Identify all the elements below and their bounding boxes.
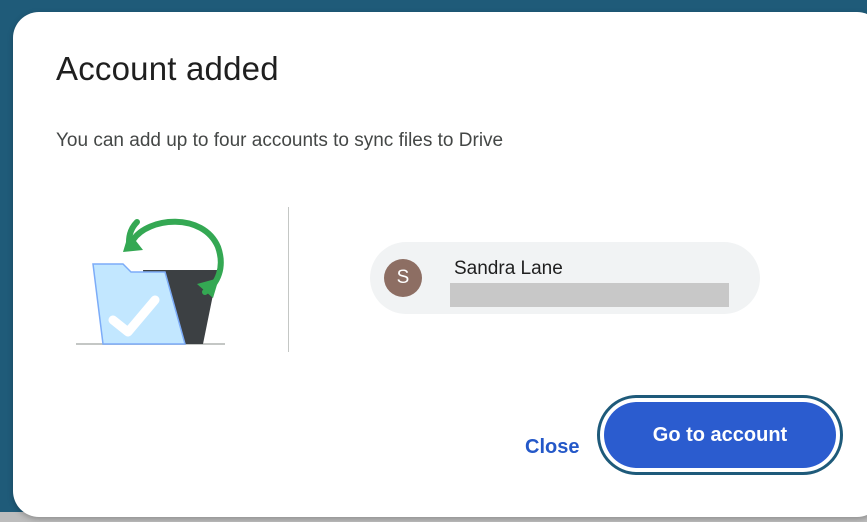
- close-button[interactable]: Close: [521, 432, 583, 463]
- folder-sync-check-icon: [73, 212, 233, 362]
- avatar: S: [384, 259, 422, 297]
- screen-background: Account added You can add up to four acc…: [0, 0, 867, 522]
- go-to-account-button[interactable]: Go to account: [604, 402, 836, 468]
- account-name: Sandra Lane: [454, 258, 563, 279]
- account-chip: S Sandra Lane: [370, 242, 760, 314]
- dialog-title: Account added: [56, 50, 279, 87]
- redacted-email: [450, 283, 729, 307]
- vertical-divider: [288, 207, 289, 352]
- dialog-subtitle: You can add up to four accounts to sync …: [56, 130, 504, 151]
